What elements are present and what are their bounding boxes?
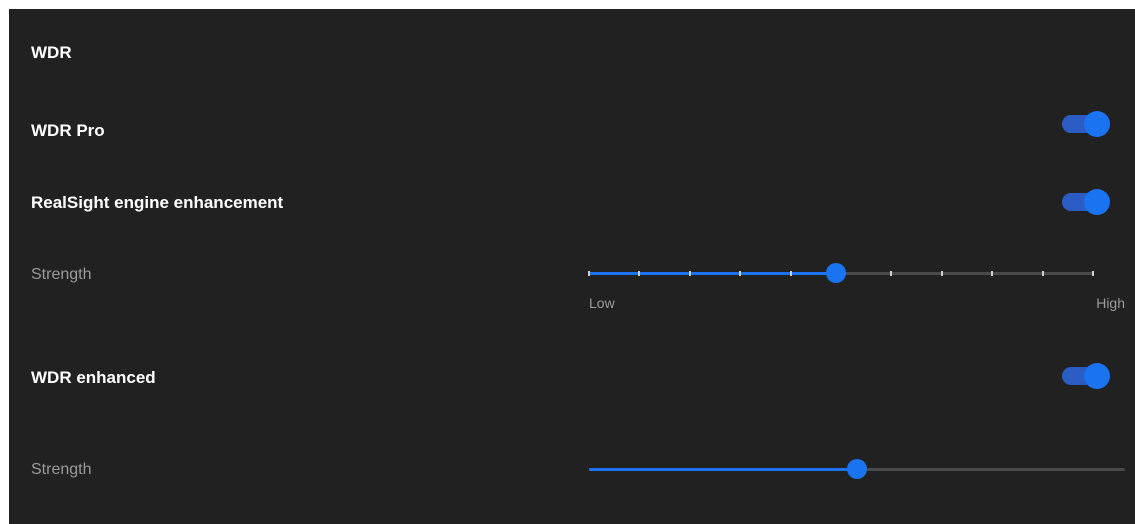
realsight-toggle[interactable]: [1062, 189, 1110, 215]
wdr-pro-label: WDR Pro: [31, 121, 105, 140]
slider-fill: [589, 468, 857, 471]
wdr-enhanced-label: WDR enhanced: [31, 368, 156, 387]
realsight-strength-slider[interactable]: [588, 263, 1094, 283]
slider-thumb[interactable]: [847, 459, 867, 479]
toggle-knob: [1084, 363, 1110, 389]
slider-tick: [890, 271, 893, 276]
slider-tick: [638, 271, 641, 276]
wdr-enhanced-toggle[interactable]: [1062, 363, 1110, 389]
slider-tick: [588, 271, 590, 276]
slider-tick: [789, 271, 792, 276]
realsight-label: RealSight engine enhancement: [31, 193, 284, 212]
slider-tick: [1092, 271, 1094, 276]
slider-tick: [940, 271, 943, 276]
toggle-knob: [1084, 111, 1110, 137]
wdr-pro-toggle[interactable]: [1062, 111, 1110, 137]
wdr-enhanced-strength-slider[interactable]: [589, 459, 1125, 479]
section-title: WDR: [31, 43, 72, 62]
slider-tick: [1041, 271, 1044, 276]
strength-low-label: Low: [589, 295, 615, 311]
slider-tick: [991, 271, 994, 276]
wdr-settings-panel: WDR WDR Pro RealSight engine enhancement…: [9, 9, 1135, 524]
strength-high-label: High: [1096, 295, 1125, 311]
realsight-strength-label: Strength: [31, 266, 92, 283]
toggle-knob: [1084, 189, 1110, 215]
wdr-enhanced-strength-label: Strength: [31, 461, 92, 478]
slider-tick: [688, 271, 691, 276]
slider-thumb[interactable]: [825, 263, 846, 283]
slider-fill: [589, 272, 836, 275]
slider-tick: [739, 271, 742, 276]
